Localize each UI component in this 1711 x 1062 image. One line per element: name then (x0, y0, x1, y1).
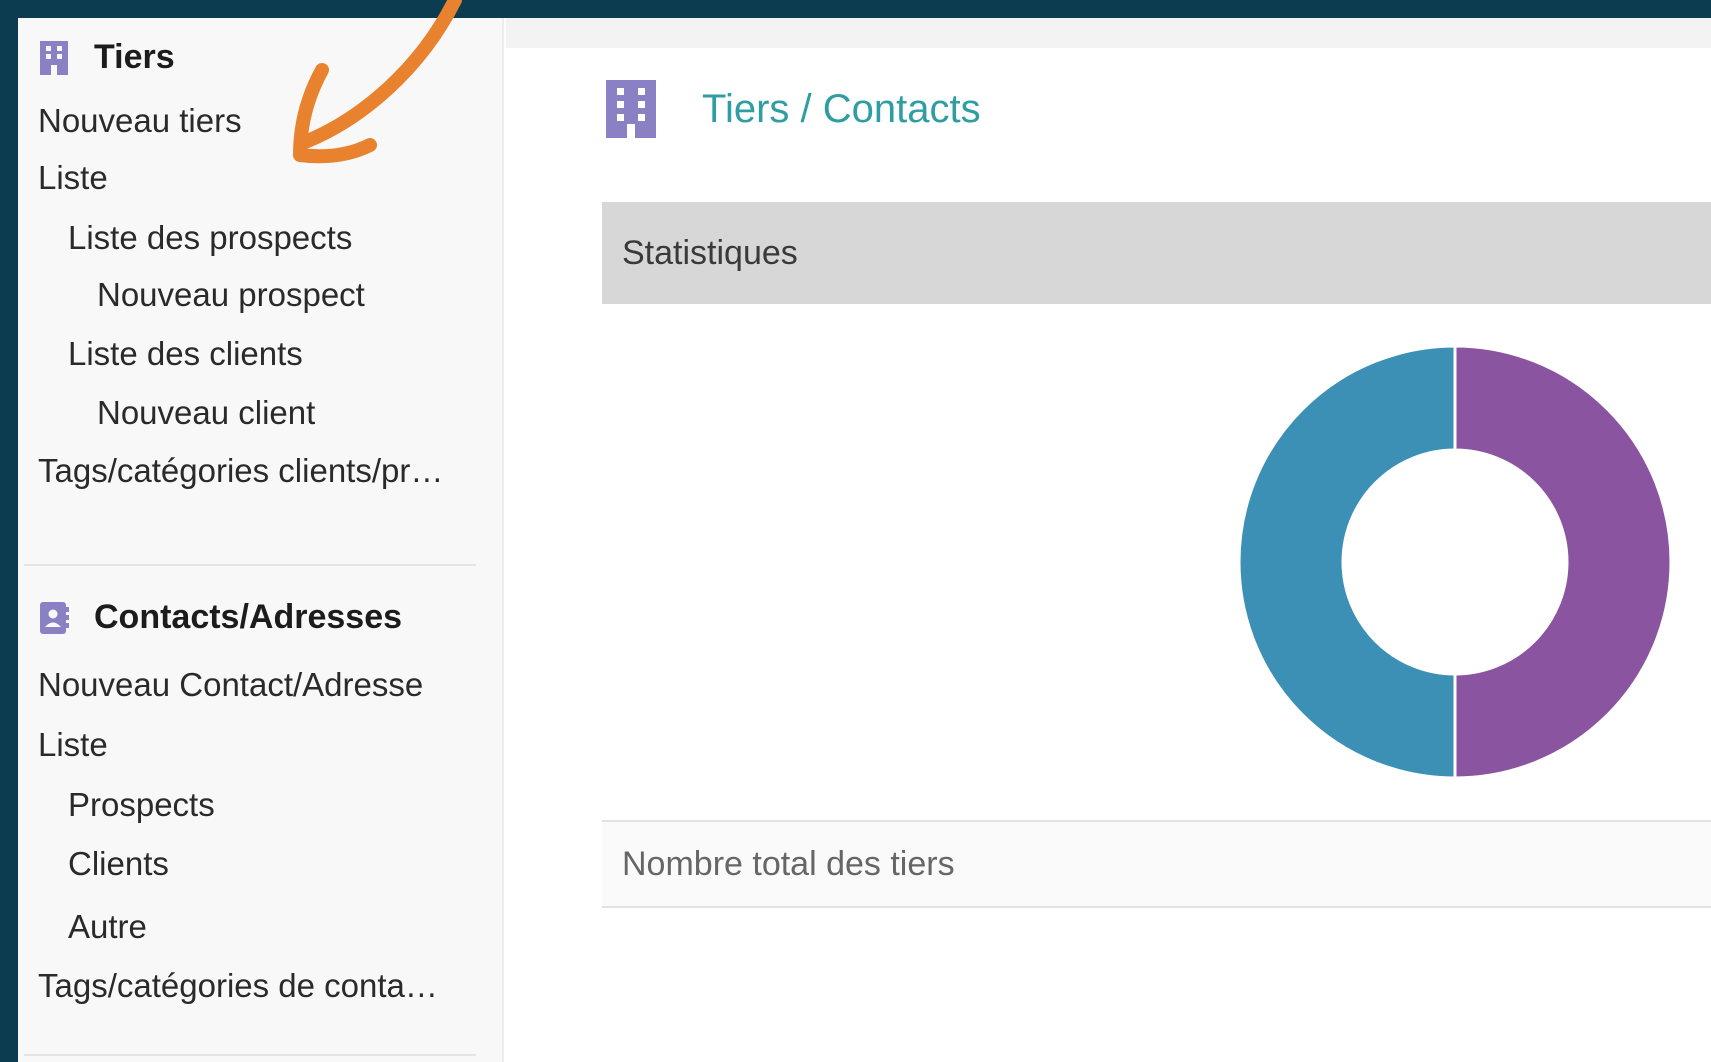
menu-item-nouveau-contact[interactable]: Nouveau Contact/Adresse (38, 666, 423, 704)
menu-item-nouveau-client[interactable]: Nouveau client (97, 394, 315, 432)
menu-item-liste-tiers[interactable]: Liste (38, 159, 108, 197)
donut-slice-0[interactable] (1453, 344, 1673, 780)
menu-item-tags-contacts[interactable]: Tags/catégories de conta… (38, 967, 478, 1005)
page-title[interactable]: Tiers / Contacts (702, 87, 981, 132)
top-toolbar-band (506, 18, 1711, 48)
menu-item-autre[interactable]: Autre (68, 908, 147, 946)
sidebar: Tiers Nouveau tiers Liste Liste des pros… (18, 18, 504, 1062)
sidebar-section-title-contacts: Contacts/Adresses (94, 598, 403, 636)
sidebar-divider (24, 564, 476, 566)
sidebar-section-contacts[interactable]: Contacts/Adresses (38, 598, 402, 637)
menu-item-liste-prospects[interactable]: Liste des prospects (68, 219, 352, 257)
sidebar-section-title-tiers: Tiers (94, 38, 175, 76)
sidebar-divider-bottom (24, 1054, 476, 1056)
window-frame-left (0, 0, 18, 1062)
statistics-label: Statistiques (622, 233, 798, 272)
total-tiers-row: Nombre total des tiers (602, 820, 1711, 908)
menu-item-clients[interactable]: Clients (68, 845, 169, 883)
sidebar-section-tiers[interactable]: Tiers (38, 38, 175, 77)
menu-item-prospects[interactable]: Prospects (68, 786, 215, 824)
statistics-header: Statistiques (602, 202, 1711, 304)
menu-item-liste-clients[interactable]: Liste des clients (68, 335, 303, 373)
building-icon (606, 80, 656, 138)
menu-item-nouveau-prospect[interactable]: Nouveau prospect (97, 276, 365, 314)
total-tiers-label: Nombre total des tiers (622, 844, 955, 883)
address-book-icon (40, 601, 69, 634)
window-frame-top (0, 0, 1711, 18)
menu-item-nouveau-tiers[interactable]: Nouveau tiers (38, 102, 242, 140)
page-header: Tiers / Contacts (604, 78, 981, 140)
menu-item-liste-contacts[interactable]: Liste (38, 726, 108, 764)
statistics-chart (602, 305, 1711, 820)
donut-chart (1237, 344, 1673, 780)
donut-slice-1[interactable] (1237, 344, 1457, 780)
building-icon (40, 40, 68, 75)
menu-item-tags-clients[interactable]: Tags/catégories clients/pr… (38, 452, 478, 490)
